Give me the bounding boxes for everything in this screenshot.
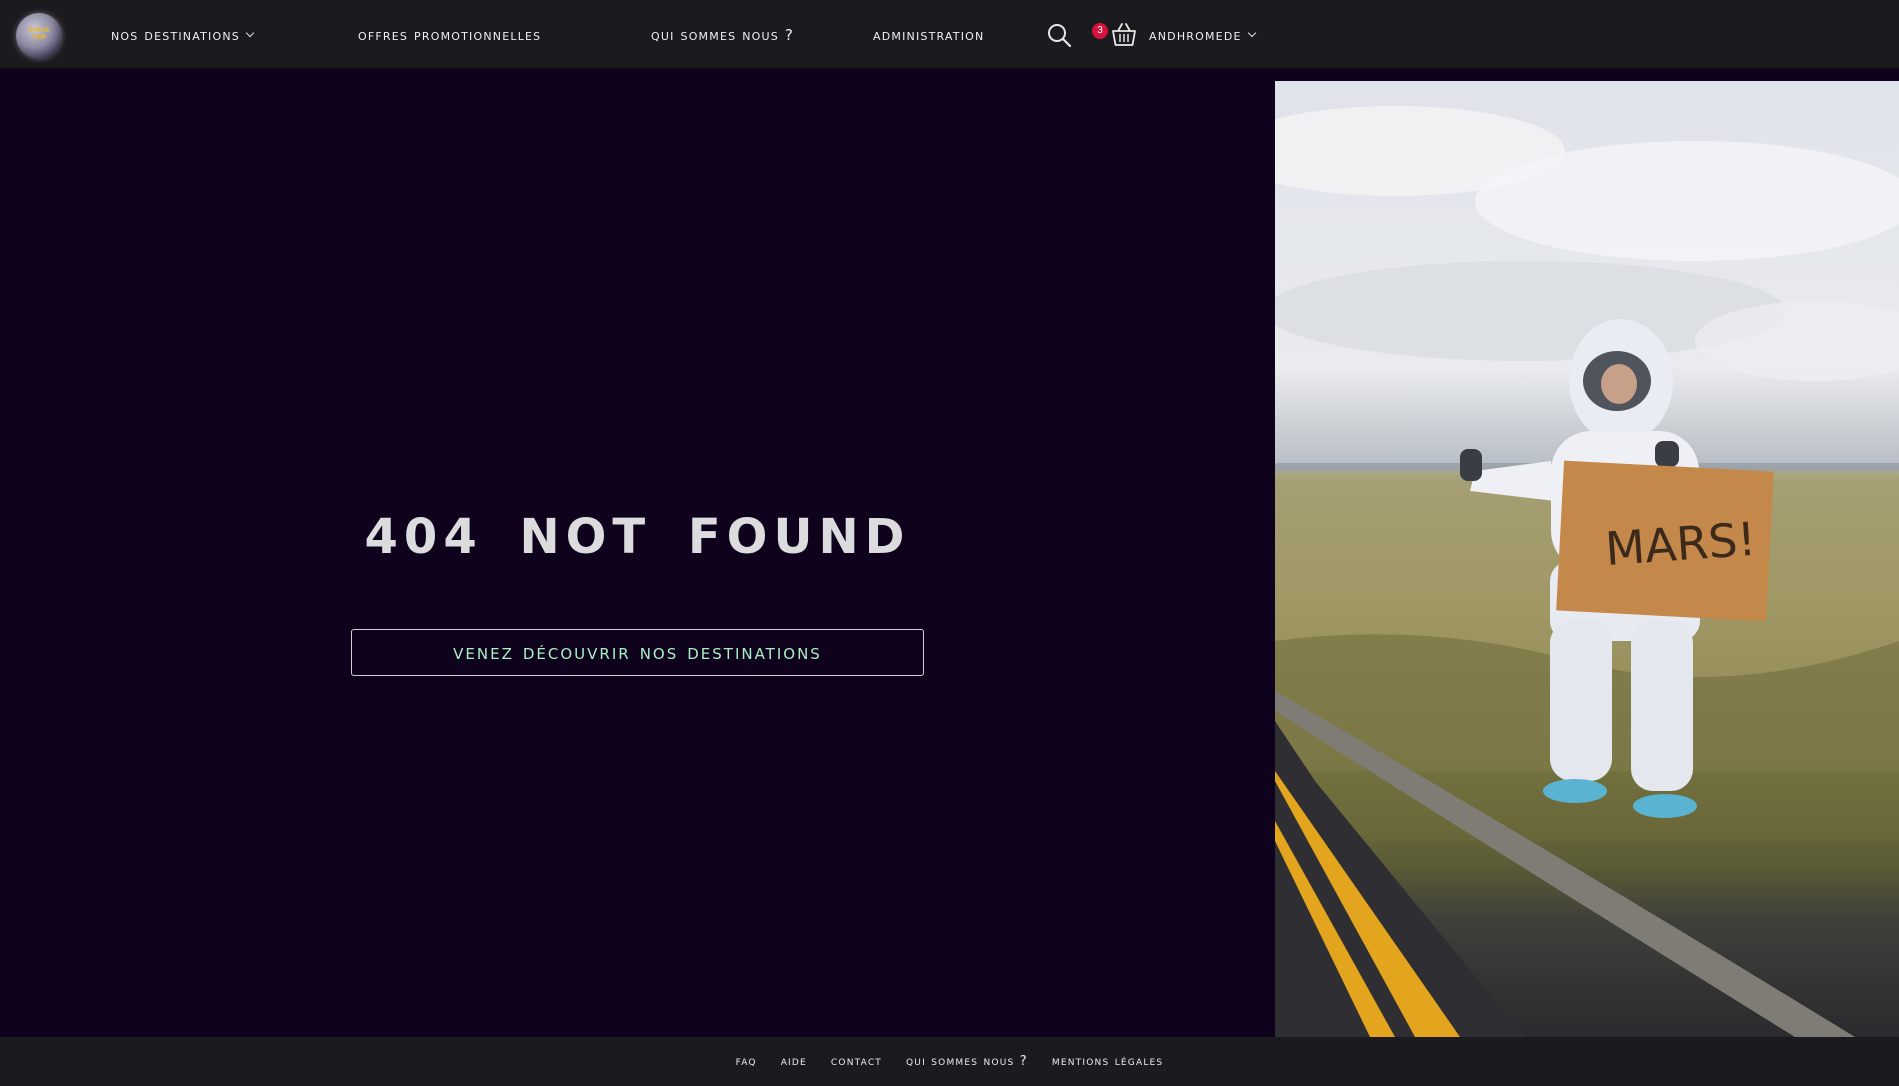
footer-link-faq[interactable]: FAQ [736, 1054, 757, 1069]
nav-administration-label: Administration [873, 25, 985, 44]
astronaut-photo: MARS! [1275, 81, 1899, 1037]
nav-promotions-label: Offres promotionnelles [358, 25, 542, 44]
discover-destinations-button[interactable]: Venez découvrir nos destinations [351, 629, 924, 676]
chevron-down-icon [245, 28, 255, 37]
chevron-down-icon [1247, 28, 1256, 37]
page-title: 404 NOT FOUND [364, 509, 911, 565]
sign-text: MARS! [1604, 512, 1758, 576]
main-content: 404 NOT FOUND Venez découvrir nos destin… [0, 69, 1275, 1037]
user-menu[interactable]: Andhromede [1149, 0, 1256, 69]
site-logo[interactable]: SPACE TRIP [16, 13, 62, 59]
footer-link-legal[interactable]: Mentions légales [1052, 1054, 1163, 1069]
user-menu-label: Andhromede [1149, 25, 1242, 44]
nav-about[interactable]: Qui sommes nous ? [651, 0, 794, 69]
footer-link-about[interactable]: Qui sommes nous ? [906, 1054, 1028, 1069]
top-navbar: SPACE TRIP Nos destinations Offres promo… [0, 0, 1899, 69]
search-icon[interactable] [1046, 22, 1072, 48]
logo-text: SPACE TRIP [28, 27, 50, 41]
footer: FAQ Aide Contact Qui sommes nous ? Menti… [0, 1037, 1899, 1086]
nav-destinations[interactable]: Nos destinations [111, 0, 255, 69]
astronaut-illustration: MARS! [1275, 106, 1899, 1037]
nav-administration[interactable]: Administration [873, 0, 984, 69]
nav-about-label: Qui sommes nous ? [651, 25, 795, 44]
footer-link-contact[interactable]: Contact [831, 1054, 882, 1069]
cart-count-badge: 3 [1092, 23, 1108, 39]
footer-link-help[interactable]: Aide [781, 1054, 807, 1069]
nav-destinations-label: Nos destinations [111, 25, 240, 44]
basket-icon[interactable] [1110, 20, 1138, 48]
nav-promotions[interactable]: Offres promotionnelles [358, 0, 541, 69]
